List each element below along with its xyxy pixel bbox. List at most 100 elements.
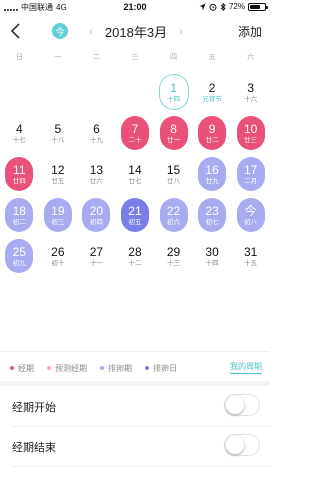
lunar-date: 初八 xyxy=(244,218,258,226)
calendar-day[interactable]: 31 十五 xyxy=(237,239,265,273)
lunar-date: 廿三 xyxy=(244,136,258,144)
legend-item: 预测经期 xyxy=(47,363,87,374)
weekday-label: 五 xyxy=(208,54,216,61)
calendar-cell: 14 廿七 xyxy=(116,154,155,194)
calendar-week-row: 4 十七 5 十八 6 十九 7 二十 8 廿一 9 廿二 10 廿三 xyxy=(0,113,270,153)
month-title: 2018年3月 xyxy=(104,24,168,40)
legend-item: 排卵期 xyxy=(100,363,132,374)
calendar-day[interactable]: 30 十四 xyxy=(198,239,226,273)
day-number: 22 xyxy=(166,203,181,218)
calendar-day[interactable]: 11 廿四 xyxy=(5,157,34,191)
calendar-cell: 3 十六 xyxy=(231,72,270,112)
lunar-date: 十八 xyxy=(51,136,65,144)
calendar-day[interactable]: 20 初四 xyxy=(82,198,111,232)
period-end-toggle[interactable] xyxy=(224,434,260,456)
weekday-label: 四 xyxy=(170,54,178,61)
calendar-cell: 9 廿二 xyxy=(193,113,232,153)
calendar-cell xyxy=(39,72,78,112)
period-end-label: 经期结束 xyxy=(12,442,56,454)
calendar-day[interactable]: 29 十三 xyxy=(160,239,188,273)
battery-icon xyxy=(248,2,268,11)
calendar-day[interactable]: 10 廿三 xyxy=(236,116,265,150)
calendar-cell: 20 初四 xyxy=(77,195,116,235)
calendar-day[interactable]: 25 初九 xyxy=(5,239,34,273)
calendar-cell: 1 十四 xyxy=(154,72,193,112)
calendar-day[interactable]: 26 初十 xyxy=(44,239,72,273)
lunar-date: 十六 xyxy=(244,95,258,103)
legend-label: 经期 xyxy=(18,363,34,373)
calendar-header: 今 ‹ 2018年3月 › 添加 xyxy=(0,14,270,48)
calendar-day[interactable]: 4 十七 xyxy=(5,116,33,150)
calendar-day[interactable]: 12 廿五 xyxy=(44,157,72,191)
lunar-date: 十四 xyxy=(205,259,219,267)
lunar-date: 初五 xyxy=(128,218,142,226)
calendar-week-row: 25 初九 26 初十 27 十一 28 十二 29 十三 30 十四 31 十五 xyxy=(0,236,270,276)
day-number: 1 xyxy=(170,80,177,95)
calendar-day[interactable]: 18 初二 xyxy=(5,198,34,232)
day-number: 26 xyxy=(51,244,65,259)
chevron-left-icon[interactable]: ‹ xyxy=(86,24,96,38)
calendar-day[interactable]: 27 十一 xyxy=(82,239,110,273)
calendar-day[interactable]: 17 二月 xyxy=(236,157,265,191)
period-start-label: 经期开始 xyxy=(12,402,56,414)
calendar-grid: 1 十四 2 元宵节 3 十六 4 十七 5 十八 6 十九 7 二十 8 廿一 9 廿二 10 廿三 11 廿四 12 廿五… xyxy=(0,72,270,277)
lunar-date: 十七 xyxy=(12,136,26,144)
calendar-day[interactable]: 5 十八 xyxy=(44,116,72,150)
weekday-label: 一 xyxy=(54,54,62,61)
add-button[interactable]: 添加 xyxy=(238,23,262,40)
day-number: 30 xyxy=(205,244,219,259)
calendar-day[interactable]: 3 十六 xyxy=(237,75,265,109)
calendar-cell: 16 廿九 xyxy=(193,154,232,194)
legend-item: 经期 xyxy=(10,363,34,374)
calendar-cell: 22 初六 xyxy=(154,195,193,235)
lunar-date: 十三 xyxy=(167,259,181,267)
period-start-row: 经期开始 xyxy=(0,386,270,426)
day-number: 25 xyxy=(12,244,26,259)
calendar-day[interactable]: 23 初七 xyxy=(198,198,227,232)
my-cycle-link[interactable]: 我的周期 xyxy=(230,361,262,374)
calendar-day[interactable]: 19 初三 xyxy=(43,198,72,232)
calendar-cell xyxy=(116,72,155,112)
day-number: 11 xyxy=(13,162,26,177)
chevron-right-icon[interactable]: › xyxy=(176,24,186,38)
calendar-day[interactable]: 16 廿九 xyxy=(198,157,227,191)
today-button[interactable]: 今 xyxy=(52,23,68,39)
calendar-cell: 13 廿六 xyxy=(77,154,116,194)
day-number: 12 xyxy=(51,162,65,177)
lunar-date: 十一 xyxy=(89,259,103,267)
legend: 经期 预测经期 排卵期 排卵日 我的周期 xyxy=(0,361,270,375)
calendar-day[interactable]: 28 十二 xyxy=(121,239,149,273)
period-start-toggle[interactable] xyxy=(224,394,260,416)
calendar-cell xyxy=(0,72,39,112)
day-number: 15 xyxy=(166,162,181,177)
legend-dot-icon xyxy=(100,366,104,370)
legend-dot-icon xyxy=(145,366,149,370)
calendar-day[interactable]: 21 初五 xyxy=(120,198,149,232)
period-end-row: 经期结束 xyxy=(0,426,270,466)
calendar-day[interactable]: 6 十九 xyxy=(82,116,110,150)
weekday-label: 日 xyxy=(15,54,23,61)
weekday-row: 日 一 二 三 四 五 六 xyxy=(0,52,270,64)
calendar-week-row: 18 初二 19 初三 20 初四 21 初五 22 初六 23 初七今初八 xyxy=(0,195,270,235)
calendar-day[interactable]: 1 十四 xyxy=(158,74,189,110)
bluetooth-icon xyxy=(220,2,226,11)
day-number: 今 xyxy=(244,203,257,218)
calendar-day[interactable]: 今初八 xyxy=(236,198,265,232)
calendar-day[interactable]: 8 廿一 xyxy=(159,116,188,150)
day-number: 17 xyxy=(243,162,258,177)
lunar-date: 二十 xyxy=(128,136,142,144)
back-icon[interactable] xyxy=(8,22,24,40)
calendar-day[interactable]: 2 元宵节 xyxy=(198,75,226,109)
calendar-day[interactable]: 13 廿六 xyxy=(82,157,110,191)
calendar-day[interactable]: 14 廿七 xyxy=(121,157,149,191)
day-number: 3 xyxy=(247,80,254,95)
calendar-day[interactable]: 22 初六 xyxy=(159,198,188,232)
weekday-label: 二 xyxy=(92,54,100,61)
calendar-day[interactable]: 15 廿八 xyxy=(160,157,188,191)
lunar-date: 廿四 xyxy=(12,177,26,185)
calendar-day[interactable]: 9 廿二 xyxy=(198,116,227,150)
calendar-cell: 6 十九 xyxy=(77,113,116,153)
day-number: 29 xyxy=(166,244,181,259)
calendar-day[interactable]: 7 二十 xyxy=(120,116,149,150)
calendar-cell: 2 元宵节 xyxy=(193,72,232,112)
